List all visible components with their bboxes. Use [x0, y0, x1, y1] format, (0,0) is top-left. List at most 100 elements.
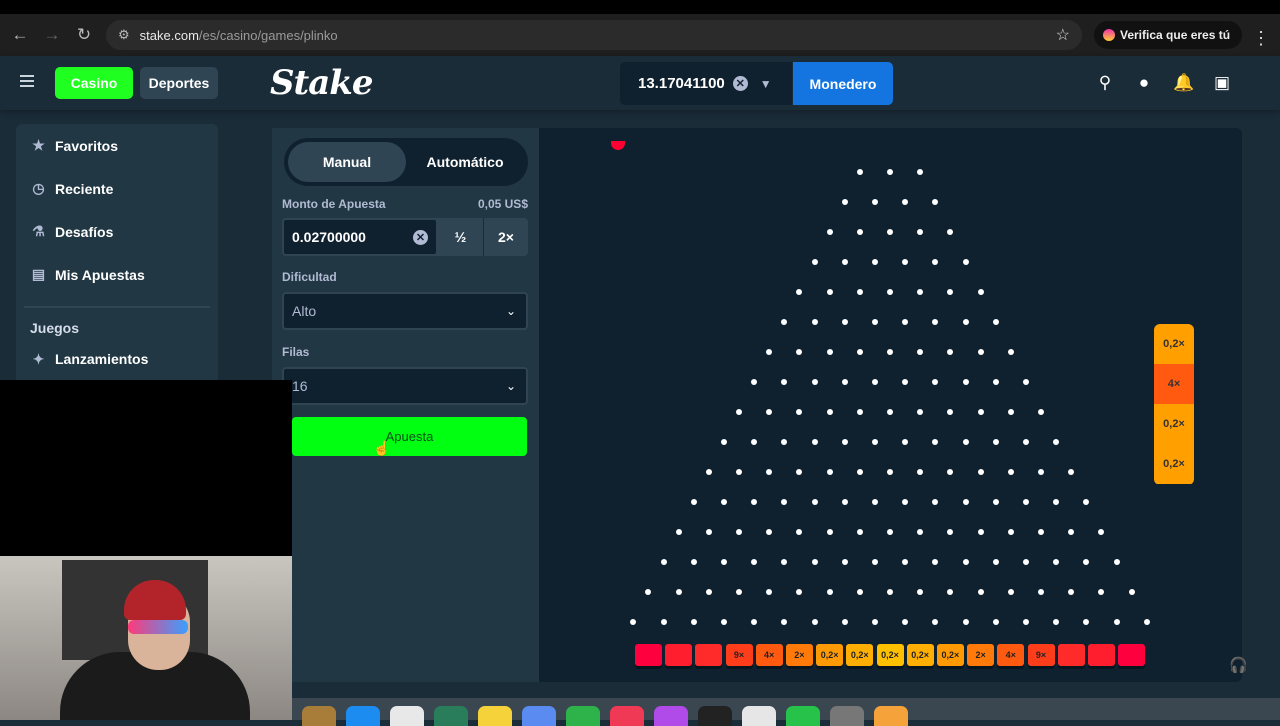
browser-toolbar: ← → ↻ ⚙ stake.com/es/casino/games/plinko… — [0, 14, 1280, 56]
peg — [841, 439, 848, 445]
dock-app-icon[interactable] — [390, 706, 424, 726]
dock-app-icon[interactable] — [830, 706, 864, 726]
difficulty-select[interactable]: Alto ⌄ — [282, 292, 528, 330]
peg — [1007, 409, 1014, 415]
tab-manual[interactable]: Manual — [288, 142, 406, 182]
peg — [962, 559, 969, 565]
notification-bell-icon[interactable]: 🔔 — [1173, 73, 1194, 93]
address-bar[interactable]: ⚙ stake.com/es/casino/games/plinko ☆ — [106, 20, 1082, 50]
browser-menu-icon[interactable]: ⋮ — [1252, 28, 1270, 49]
multiplier-slot — [634, 644, 662, 666]
bet-button[interactable]: Apuesta — [292, 417, 527, 456]
sidebar-item-label: Reciente — [55, 180, 114, 197]
multiplier-slot: 2× — [967, 644, 995, 666]
peg — [992, 559, 999, 565]
half-bet-button[interactable]: ½ — [438, 218, 483, 256]
peg — [1022, 439, 1029, 445]
dock-app-icon[interactable] — [302, 706, 336, 726]
dock-app-icon[interactable] — [478, 706, 512, 726]
dock-app-icon[interactable] — [566, 706, 600, 726]
flask-icon: ⚗ — [32, 223, 45, 239]
sports-button[interactable]: Deportes — [140, 67, 218, 99]
peg — [856, 169, 863, 175]
hamburger-icon[interactable] — [20, 75, 34, 89]
site-header: Casino Deportes Stake 13.17041100 ✕ ▼ Mo… — [0, 56, 1280, 110]
rows-select[interactable]: 16 ⌄ — [282, 367, 528, 405]
wallet-button[interactable]: Monedero — [793, 62, 893, 105]
dock-app-icon[interactable] — [786, 706, 820, 726]
multiplier-slot — [1087, 644, 1115, 666]
sidebar-item-lanzamientos[interactable]: ✦ Lanzamientos — [16, 344, 218, 374]
reload-icon[interactable]: ↻ — [68, 25, 100, 45]
bookmark-star-icon[interactable]: ☆ — [1056, 25, 1070, 45]
bet-panel: Manual Automático Monto de Apuesta 0,05 … — [272, 128, 538, 682]
multiplier-slot — [665, 644, 693, 666]
url-path: /es/casino/games/plinko — [198, 27, 338, 43]
peg — [871, 559, 878, 565]
tab-automatico[interactable]: Automático — [406, 142, 524, 182]
peg — [705, 529, 712, 535]
peg — [887, 589, 893, 595]
peg — [841, 199, 848, 205]
bet-amount-label: Monto de Apuesta — [282, 197, 386, 211]
multiplier-slot — [1118, 644, 1146, 666]
peg — [720, 619, 727, 625]
peg — [977, 409, 984, 415]
dock-app-icon[interactable] — [698, 706, 732, 726]
bets-icon: ▤ — [31, 266, 46, 282]
peg — [826, 229, 833, 235]
peg — [1038, 589, 1044, 595]
double-bet-button[interactable]: 2× — [483, 218, 528, 256]
peg — [977, 349, 984, 355]
bet-amount-input[interactable]: 0.02700000 ✕ — [282, 218, 438, 256]
sidebar-item-label: Lanzamientos — [55, 351, 149, 367]
peg — [736, 589, 742, 595]
sidebar-item-desafios[interactable]: ⚗ Desafíos — [16, 210, 218, 253]
peg — [1038, 529, 1044, 535]
dock-app-icon[interactable] — [522, 706, 556, 726]
dock-app-icon[interactable] — [874, 706, 908, 726]
clock-icon: ◷ — [32, 180, 45, 196]
multiplier-slot: 0,2× — [876, 644, 904, 666]
user-icon[interactable]: ● — [1134, 73, 1154, 93]
peg — [1128, 589, 1135, 595]
forward-icon[interactable]: → — [36, 25, 68, 45]
back-icon[interactable]: ← — [4, 25, 36, 45]
peg — [992, 439, 999, 445]
peg — [720, 439, 727, 445]
multiplier-slot: 4× — [755, 644, 783, 666]
verify-button[interactable]: Verifica que eres tú — [1094, 21, 1243, 49]
chat-panel-icon[interactable]: ▣ — [1212, 73, 1232, 93]
balance-selector[interactable]: 13.17041100 ✕ ▼ — [620, 62, 792, 105]
sidebar-item-favoritos[interactable]: ★ Favoritos — [16, 124, 218, 167]
dock-app-icon[interactable] — [434, 706, 468, 726]
peg — [660, 619, 667, 625]
site-settings-icon[interactable]: ⚙ — [118, 27, 130, 43]
url-host: stake.com — [139, 27, 199, 43]
casino-button[interactable]: Casino — [55, 67, 133, 99]
search-icon[interactable]: ⚲ — [1095, 73, 1115, 93]
sidebar-item-label: Favoritos — [55, 137, 119, 154]
peg — [811, 559, 818, 565]
peg — [841, 559, 848, 565]
dock-app-icon[interactable] — [654, 706, 688, 726]
sidebar-item-reciente[interactable]: ◷ Reciente — [16, 167, 218, 210]
dock-app-icon[interactable] — [610, 706, 644, 726]
peg — [811, 499, 818, 505]
dock-app-icon[interactable] — [742, 706, 776, 726]
mode-tabs: Manual Automático — [284, 138, 528, 186]
chevron-down-icon: ⌄ — [505, 304, 516, 318]
peg — [856, 229, 863, 235]
peg — [977, 289, 984, 295]
peg — [887, 229, 893, 235]
peg — [887, 169, 893, 175]
dock-app-icon[interactable] — [346, 706, 380, 726]
sidebar-section-title: Juegos — [30, 320, 80, 336]
sidebar-item-mis-apuestas[interactable]: ▤ Mis Apuestas — [16, 253, 218, 296]
peg — [856, 409, 863, 415]
headset-icon[interactable]: 🎧 — [1229, 656, 1248, 674]
peg — [992, 499, 999, 505]
peg — [871, 619, 878, 625]
sidebar-item-label: Desafíos — [55, 223, 114, 240]
stake-logo[interactable]: Stake — [270, 63, 373, 103]
